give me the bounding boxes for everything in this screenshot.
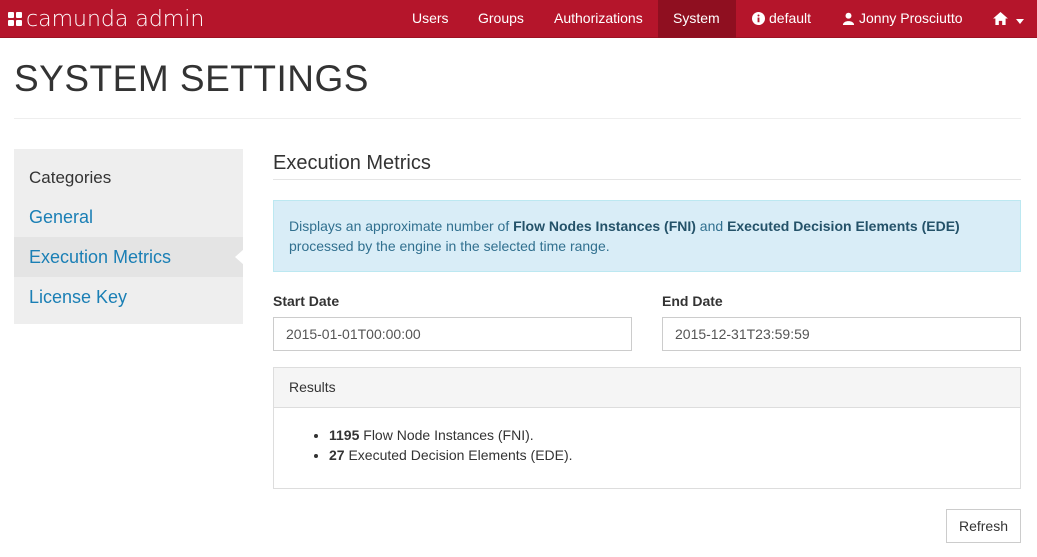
section-title: Execution Metrics [273,152,431,174]
home-icon [993,2,1008,39]
start-date-input[interactable] [273,317,632,351]
sidebar-item-license-key[interactable]: License Key [14,277,243,317]
nav-system[interactable]: System [658,0,736,38]
start-date-label: Start Date [273,293,340,309]
fni-text: Flow Node Instances (FNI). [359,427,534,443]
ede-count: 27 [329,447,345,463]
brand[interactable]: camunda admin [8,5,204,33]
categories-sidebar: Categories General Execution Metrics Lic… [14,149,244,324]
sidebar-item-label: Execution Metrics [29,247,172,267]
results-heading: Results [274,368,1020,408]
info-alert: Displays an approximate number of Flow N… [273,200,1021,272]
fni-count: 1195 [329,427,360,443]
home-menu[interactable] [978,0,1037,38]
results-body: 1195 Flow Node Instances (FNI). 27 Execu… [274,408,1020,465]
list-item: 27 Executed Decision Elements (EDE). [329,445,1005,465]
nav-users[interactable]: Users [397,0,464,38]
sidebar-item-general[interactable]: General [14,197,243,237]
top-navbar: camunda admin Users Groups Authorization… [0,0,1037,38]
caret-down-icon [1015,1,1024,38]
end-date-input[interactable] [662,317,1021,351]
info-text: processed by the engine in the selected … [289,238,610,254]
nav-groups[interactable]: Groups [463,0,539,38]
results-list: 1195 Flow Node Instances (FNI). 27 Execu… [289,425,1005,465]
section-divider [273,179,1021,180]
end-date-label: End Date [662,293,723,309]
info-circle-icon [752,2,765,39]
camunda-logo-icon [8,12,22,26]
info-text: Displays an approximate number of [289,218,514,234]
info-fni-term: Flow Nodes Instances (FNI) [513,218,696,234]
list-item: 1195 Flow Node Instances (FNI). [329,425,1005,445]
active-indicator-arrow [235,249,244,265]
user-name: Jonny Prosciutto [859,10,963,26]
info-ede-term: Executed Decision Elements (EDE) [727,218,960,234]
results-panel: Results 1195 Flow Node Instances (FNI). … [273,367,1021,489]
brand-text: camunda admin [26,6,205,32]
user-menu[interactable]: Jonny Prosciutto [827,0,978,38]
engine-name: default [769,10,812,26]
page-title: SYSTEM SETTINGS [14,58,369,99]
title-divider [14,118,1021,119]
engine-selector[interactable]: default [737,0,826,38]
user-icon [842,2,855,39]
ede-text: Executed Decision Elements (EDE). [344,447,573,463]
info-text: and [695,218,728,234]
nav-authorizations[interactable]: Authorizations [539,0,658,38]
sidebar-heading: Categories [29,168,112,187]
refresh-button[interactable]: Refresh [946,509,1021,543]
sidebar-item-execution-metrics[interactable]: Execution Metrics [14,237,244,277]
